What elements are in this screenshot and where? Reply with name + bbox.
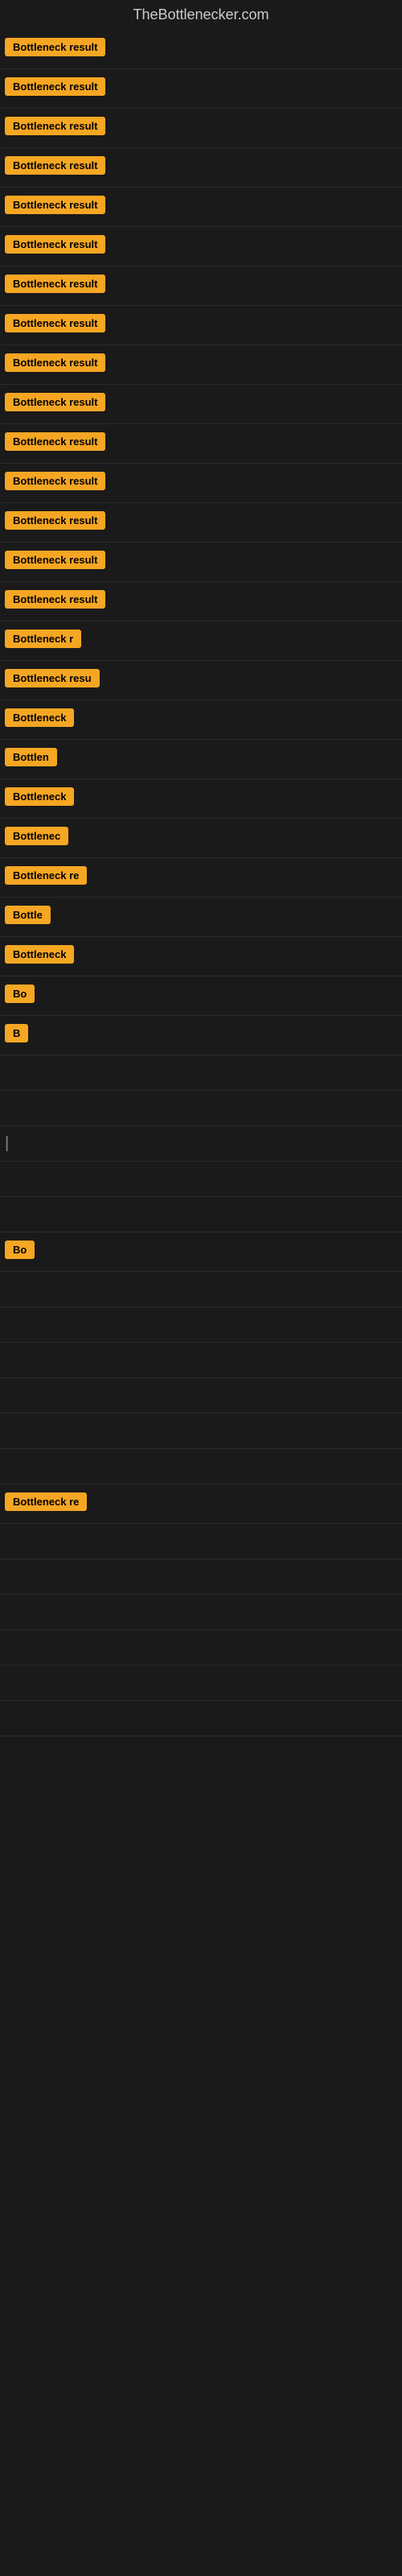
bottleneck-result-badge[interactable]: Bo: [5, 1241, 35, 1259]
table-row: Bottleneck result: [0, 227, 402, 266]
bottleneck-result-badge[interactable]: Bottleneck r: [5, 630, 81, 648]
bottleneck-result-badge[interactable]: Bottleneck result: [5, 117, 105, 135]
table-row: Bo: [0, 1232, 402, 1272]
marker-line: |: [5, 1134, 9, 1152]
table-row: B: [0, 1016, 402, 1055]
table-row: Bottleneck: [0, 700, 402, 740]
table-row: [0, 1162, 402, 1197]
bottleneck-result-badge[interactable]: Bottleneck result: [5, 393, 105, 411]
bottleneck-result-badge[interactable]: Bottleneck result: [5, 551, 105, 569]
bottleneck-result-badge[interactable]: Bottleneck result: [5, 77, 105, 96]
bottleneck-result-badge[interactable]: Bottlenec: [5, 827, 68, 845]
bottleneck-result-badge[interactable]: Bottleneck result: [5, 353, 105, 372]
table-row: Bottleneck result: [0, 188, 402, 227]
table-row: [0, 1524, 402, 1559]
table-row: Bottleneck re: [0, 858, 402, 898]
table-row: |: [0, 1126, 402, 1162]
table-row: [0, 1414, 402, 1449]
table-row: Bottleneck result: [0, 266, 402, 306]
bottleneck-result-badge[interactable]: Bottleneck result: [5, 511, 105, 530]
table-row: Bottleneck result: [0, 424, 402, 464]
table-row: Bottleneck result: [0, 385, 402, 424]
bottleneck-result-badge[interactable]: Bottleneck result: [5, 156, 105, 175]
table-row: Bottlenec: [0, 819, 402, 858]
table-row: [0, 1630, 402, 1666]
table-row: Bottleneck result: [0, 464, 402, 503]
bottleneck-result-badge[interactable]: Bottlen: [5, 748, 57, 766]
table-row: [0, 1055, 402, 1091]
table-row: Bottleneck result: [0, 109, 402, 148]
table-row: Bottleneck result: [0, 30, 402, 69]
table-row: Bottleneck resu: [0, 661, 402, 700]
table-row: [0, 1449, 402, 1484]
bottleneck-result-badge[interactable]: Bottleneck: [5, 708, 74, 727]
table-row: [0, 1343, 402, 1378]
table-row: Bo: [0, 976, 402, 1016]
bottleneck-result-badge[interactable]: Bottleneck re: [5, 1492, 87, 1511]
table-row: [0, 1197, 402, 1232]
table-row: Bottleneck result: [0, 503, 402, 543]
bottleneck-result-badge[interactable]: Bottleneck result: [5, 590, 105, 609]
bottleneck-result-badge[interactable]: Bottleneck result: [5, 235, 105, 254]
bottleneck-result-badge[interactable]: Bo: [5, 985, 35, 1003]
bottleneck-result-badge[interactable]: Bottleneck result: [5, 472, 105, 490]
table-row: [0, 1701, 402, 1736]
table-row: Bottle: [0, 898, 402, 937]
table-row: [0, 1272, 402, 1307]
bottleneck-result-badge[interactable]: Bottleneck: [5, 787, 74, 806]
table-row: [0, 1595, 402, 1630]
table-row: [0, 1307, 402, 1343]
bottleneck-result-badge[interactable]: Bottle: [5, 906, 51, 924]
bottleneck-result-badge[interactable]: Bottleneck: [5, 945, 74, 964]
table-row: Bottleneck r: [0, 621, 402, 661]
bottleneck-result-badge[interactable]: Bottleneck result: [5, 38, 105, 56]
table-row: Bottleneck re: [0, 1484, 402, 1524]
bottleneck-result-badge[interactable]: Bottleneck result: [5, 432, 105, 451]
table-row: [0, 1378, 402, 1414]
bottleneck-result-badge[interactable]: Bottleneck result: [5, 275, 105, 293]
table-row: Bottleneck result: [0, 69, 402, 109]
table-row: [0, 1091, 402, 1126]
table-row: Bottleneck result: [0, 306, 402, 345]
bottleneck-result-badge[interactable]: Bottleneck result: [5, 314, 105, 332]
table-row: [0, 1666, 402, 1701]
table-row: Bottleneck: [0, 779, 402, 819]
table-row: Bottleneck result: [0, 543, 402, 582]
bottleneck-result-badge[interactable]: Bottleneck resu: [5, 669, 100, 687]
table-row: Bottleneck result: [0, 148, 402, 188]
table-row: Bottlen: [0, 740, 402, 779]
bottleneck-result-badge[interactable]: B: [5, 1024, 28, 1042]
bottleneck-result-badge[interactable]: Bottleneck re: [5, 866, 87, 885]
table-row: Bottleneck: [0, 937, 402, 976]
table-row: [0, 1559, 402, 1595]
table-row: Bottleneck result: [0, 582, 402, 621]
site-title: TheBottlenecker.com: [0, 0, 402, 30]
table-row: Bottleneck result: [0, 345, 402, 385]
bottleneck-result-badge[interactable]: Bottleneck result: [5, 196, 105, 214]
